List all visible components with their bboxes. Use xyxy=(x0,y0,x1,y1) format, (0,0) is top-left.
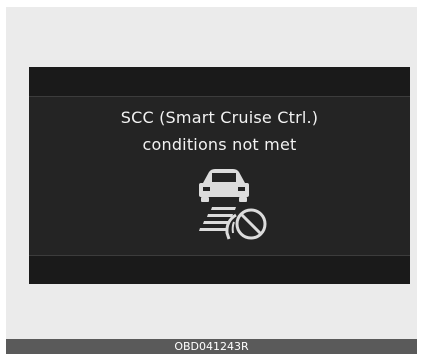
own-vehicle-icon xyxy=(225,213,237,240)
prohibited-icon xyxy=(235,208,267,240)
warning-message-line2: conditions not met xyxy=(142,135,297,154)
display-top-bar xyxy=(29,67,410,97)
cluster-display: SCC (Smart Cruise Ctrl.) conditions not … xyxy=(29,67,410,284)
scc-unavailable-icon xyxy=(199,169,267,240)
illustration-frame: SCC (Smart Cruise Ctrl.) conditions not … xyxy=(0,0,435,354)
display-bottom-bar xyxy=(29,255,410,284)
warning-message-line1: SCC (Smart Cruise Ctrl.) xyxy=(120,108,319,127)
figure-code: OBD041243R xyxy=(174,340,249,353)
figure-caption-bar: OBD041243R xyxy=(6,339,417,354)
